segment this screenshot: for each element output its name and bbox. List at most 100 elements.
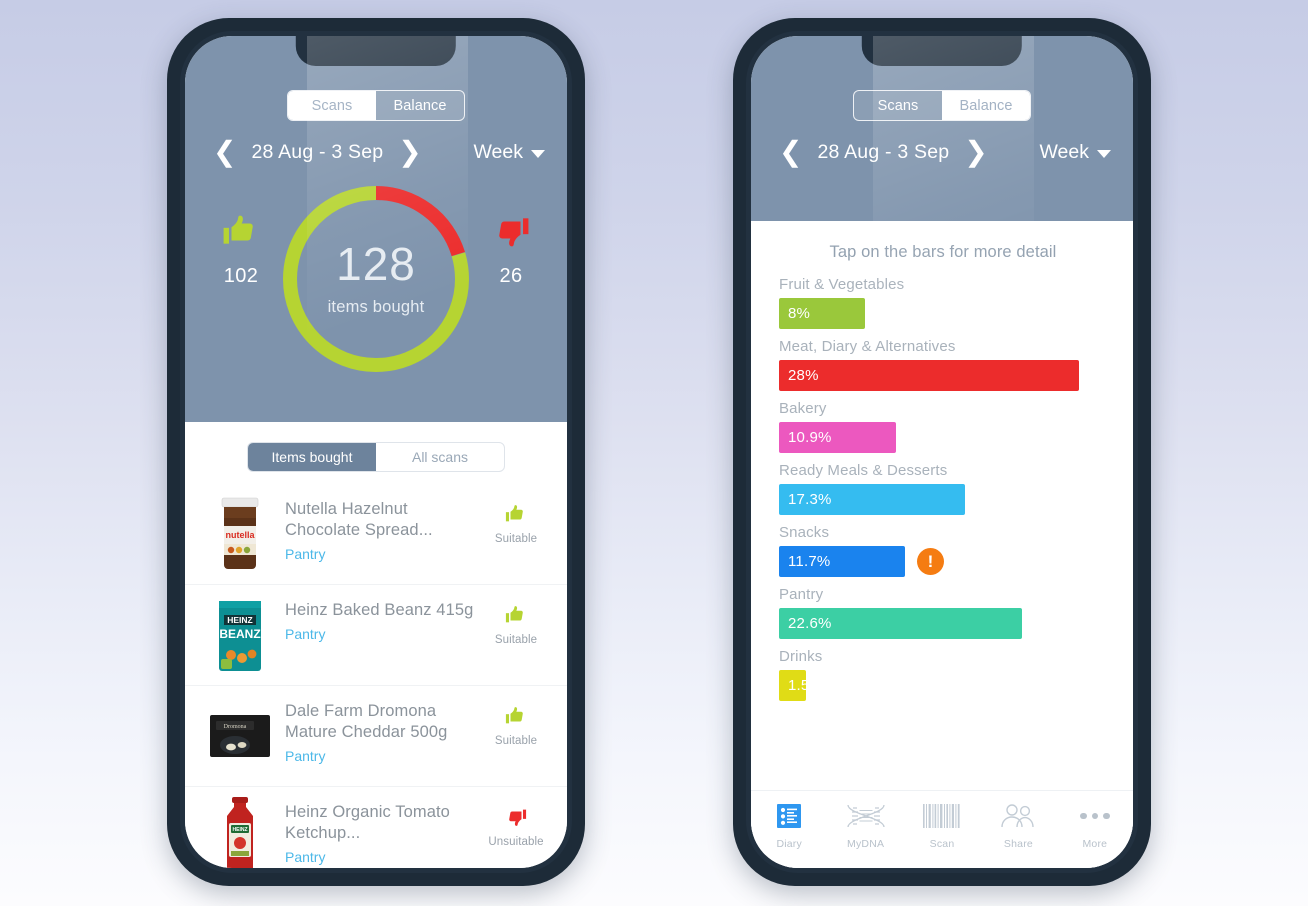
warning-icon[interactable]: ! <box>917 548 944 575</box>
barcode-icon <box>922 801 962 831</box>
product-thumbnail: nutella <box>207 495 273 573</box>
product-list: nutella Nutella Hazelnut Chocolate Sprea… <box>185 484 567 868</box>
toggle-option-items-bought[interactable]: Items bought <box>248 443 376 471</box>
product-info: Nutella Hazelnut Chocolate Spread... Pan… <box>285 495 483 562</box>
period-label: Week <box>1039 140 1090 163</box>
product-category[interactable]: Pantry <box>285 748 483 764</box>
bar-category-label: Meat, Diary & Alternatives <box>779 338 956 355</box>
bar-value-label: 8% <box>788 305 811 322</box>
scans-balance-toggle[interactable]: Scans Balance <box>853 90 1031 121</box>
product-verdict-label: Unsuitable <box>488 836 544 848</box>
bar-category-label: Pantry <box>779 586 824 603</box>
bar-drinks[interactable]: 1.5% <box>779 670 806 701</box>
category-bar-chart: Tap on the bars for more detail Fruit & … <box>751 221 1133 701</box>
heinz-ketchup-bottle-icon: HEINZ <box>227 797 253 868</box>
bar-block-snacks[interactable]: Snacks 11.7% ! <box>779 524 1107 577</box>
svg-text:HEINZ: HEINZ <box>227 615 253 625</box>
bar-snacks[interactable]: 11.7% <box>779 546 905 577</box>
product-category[interactable]: Pantry <box>285 626 483 642</box>
product-name: Heinz Baked Beanz 415g <box>285 601 474 619</box>
bottom-navigation-bar: Diary MyDNA Scan Share More <box>751 790 1133 868</box>
chevron-left-icon[interactable]: ❮ <box>773 138 808 166</box>
bar-meat-dairy[interactable]: 28% <box>779 360 1079 391</box>
toggle-option-scans[interactable]: Scans <box>288 91 376 120</box>
period-selector[interactable]: Week <box>473 140 545 164</box>
bar-fruit-vegetables[interactable]: 8% <box>779 298 865 329</box>
bar-value-label: 1.5% <box>788 677 806 694</box>
scans-header: Scans Balance ❮ 28 Aug - 3 Sep ❯ Week 10… <box>185 36 567 422</box>
phone-bezel-right: Scans Balance ❮ 28 Aug - 3 Sep ❯ Week Ta… <box>746 31 1138 873</box>
items-scans-toggle[interactable]: Items bought All scans <box>247 442 505 472</box>
phone-device-right: Scans Balance ❮ 28 Aug - 3 Sep ❯ Week Ta… <box>733 18 1151 886</box>
phone-notch <box>861 36 1023 66</box>
product-verdict-label: Suitable <box>494 634 538 646</box>
chevron-right-icon[interactable]: ❯ <box>392 138 427 166</box>
bar-block-bakery[interactable]: Bakery 10.9% <box>779 400 1107 453</box>
period-selector[interactable]: Week <box>1039 140 1111 164</box>
unsuitable-count: 26 <box>499 265 523 287</box>
product-name: Dale Farm Dromona Mature Cheddar 500g <box>285 702 448 742</box>
product-category[interactable]: Pantry <box>285 546 483 562</box>
suitable-summary: 102 <box>199 212 283 288</box>
thumbs-down-icon <box>509 809 527 826</box>
product-info: Dale Farm Dromona Mature Cheddar 500g Pa… <box>285 697 483 764</box>
chevron-down-icon <box>531 149 545 158</box>
bar-bakery[interactable]: 10.9% <box>779 422 896 453</box>
nav-item-mydna[interactable]: MyDNA <box>827 801 903 850</box>
product-verdict: Suitable <box>483 697 549 747</box>
nav-label: Diary <box>776 838 802 850</box>
thumbs-up-icon <box>505 505 523 522</box>
list-item[interactable]: Dromona Dale Farm Dromona Mature Cheddar… <box>185 686 567 787</box>
bar-block-meat-dairy[interactable]: Meat, Diary & Alternatives 28% <box>779 338 1107 391</box>
phone-screen-left: Scans Balance ❮ 28 Aug - 3 Sep ❯ Week 10… <box>185 36 567 868</box>
bar-value-label: 17.3% <box>788 491 832 508</box>
date-range-label: 28 Aug - 3 Sep <box>251 140 384 163</box>
bar-pantry[interactable]: 22.6% <box>779 608 1022 639</box>
phone-device-left: Scans Balance ❮ 28 Aug - 3 Sep ❯ Week 10… <box>167 18 585 886</box>
product-verdict: Suitable <box>483 596 549 646</box>
nav-label: Share <box>1003 838 1033 850</box>
bar-block-ready-meals[interactable]: Ready Meals & Desserts 17.3% <box>779 462 1107 515</box>
list-item[interactable]: HEINZ Heinz Organic Tomato Ketchup... Pa… <box>185 787 567 868</box>
items-bought-total: 128 <box>336 238 416 290</box>
bar-block-drinks[interactable]: Drinks 1.5% <box>779 648 1107 701</box>
nutella-jar-icon: nutella <box>221 497 259 569</box>
product-verdict-label: Suitable <box>494 735 538 747</box>
svg-text:Dromona: Dromona <box>224 724 247 730</box>
product-name: Nutella Hazelnut Chocolate Spread... <box>285 500 433 540</box>
list-item[interactable]: HEINZ BEANZ Heinz Baked Beanz 415g Pantr… <box>185 585 567 686</box>
chevron-right-icon[interactable]: ❯ <box>958 138 993 166</box>
ellipsis-icon <box>1080 801 1110 831</box>
nav-item-scan[interactable]: Scan <box>904 801 980 850</box>
date-range-label: 28 Aug - 3 Sep <box>817 140 950 163</box>
list-item[interactable]: nutella Nutella Hazelnut Chocolate Sprea… <box>185 484 567 585</box>
bar-category-label: Ready Meals & Desserts <box>779 462 948 479</box>
chevron-down-icon <box>1097 149 1111 158</box>
unsuitable-summary: 26 <box>469 212 553 288</box>
product-thumbnail: HEINZ BEANZ <box>207 596 273 674</box>
bar-value-label: 11.7% <box>788 553 831 570</box>
bar-value-label: 22.6% <box>788 615 832 632</box>
svg-text:HEINZ: HEINZ <box>233 827 248 833</box>
bar-ready-meals[interactable]: 17.3% <box>779 484 965 515</box>
nav-item-more[interactable]: More <box>1057 801 1133 850</box>
balance-chart-panel: Tap on the bars for more detail Fruit & … <box>751 221 1133 868</box>
nav-item-diary[interactable]: Diary <box>751 801 827 850</box>
phone-screen-right: Scans Balance ❮ 28 Aug - 3 Sep ❯ Week Ta… <box>751 36 1133 868</box>
scans-balance-toggle[interactable]: Scans Balance <box>287 90 465 121</box>
toggle-option-balance[interactable]: Balance <box>942 91 1030 120</box>
diary-icon <box>776 801 802 831</box>
nav-item-share[interactable]: Share <box>980 801 1056 850</box>
items-bought-summary: 102 128 items bought 26 <box>185 174 567 384</box>
thumbs-up-icon <box>223 215 253 244</box>
product-category[interactable]: Pantry <box>285 849 483 865</box>
bar-block-fruit-vegetables[interactable]: Fruit & Vegetables 8% <box>779 276 1107 329</box>
toggle-option-all-scans[interactable]: All scans <box>376 443 504 471</box>
toggle-option-balance[interactable]: Balance <box>376 91 464 120</box>
period-label: Week <box>473 140 524 163</box>
product-thumbnail: Dromona <box>207 697 273 775</box>
toggle-option-scans[interactable]: Scans <box>854 91 942 120</box>
bar-category-label: Fruit & Vegetables <box>779 276 905 293</box>
bar-block-pantry[interactable]: Pantry 22.6% <box>779 586 1107 639</box>
chevron-left-icon[interactable]: ❮ <box>207 138 242 166</box>
